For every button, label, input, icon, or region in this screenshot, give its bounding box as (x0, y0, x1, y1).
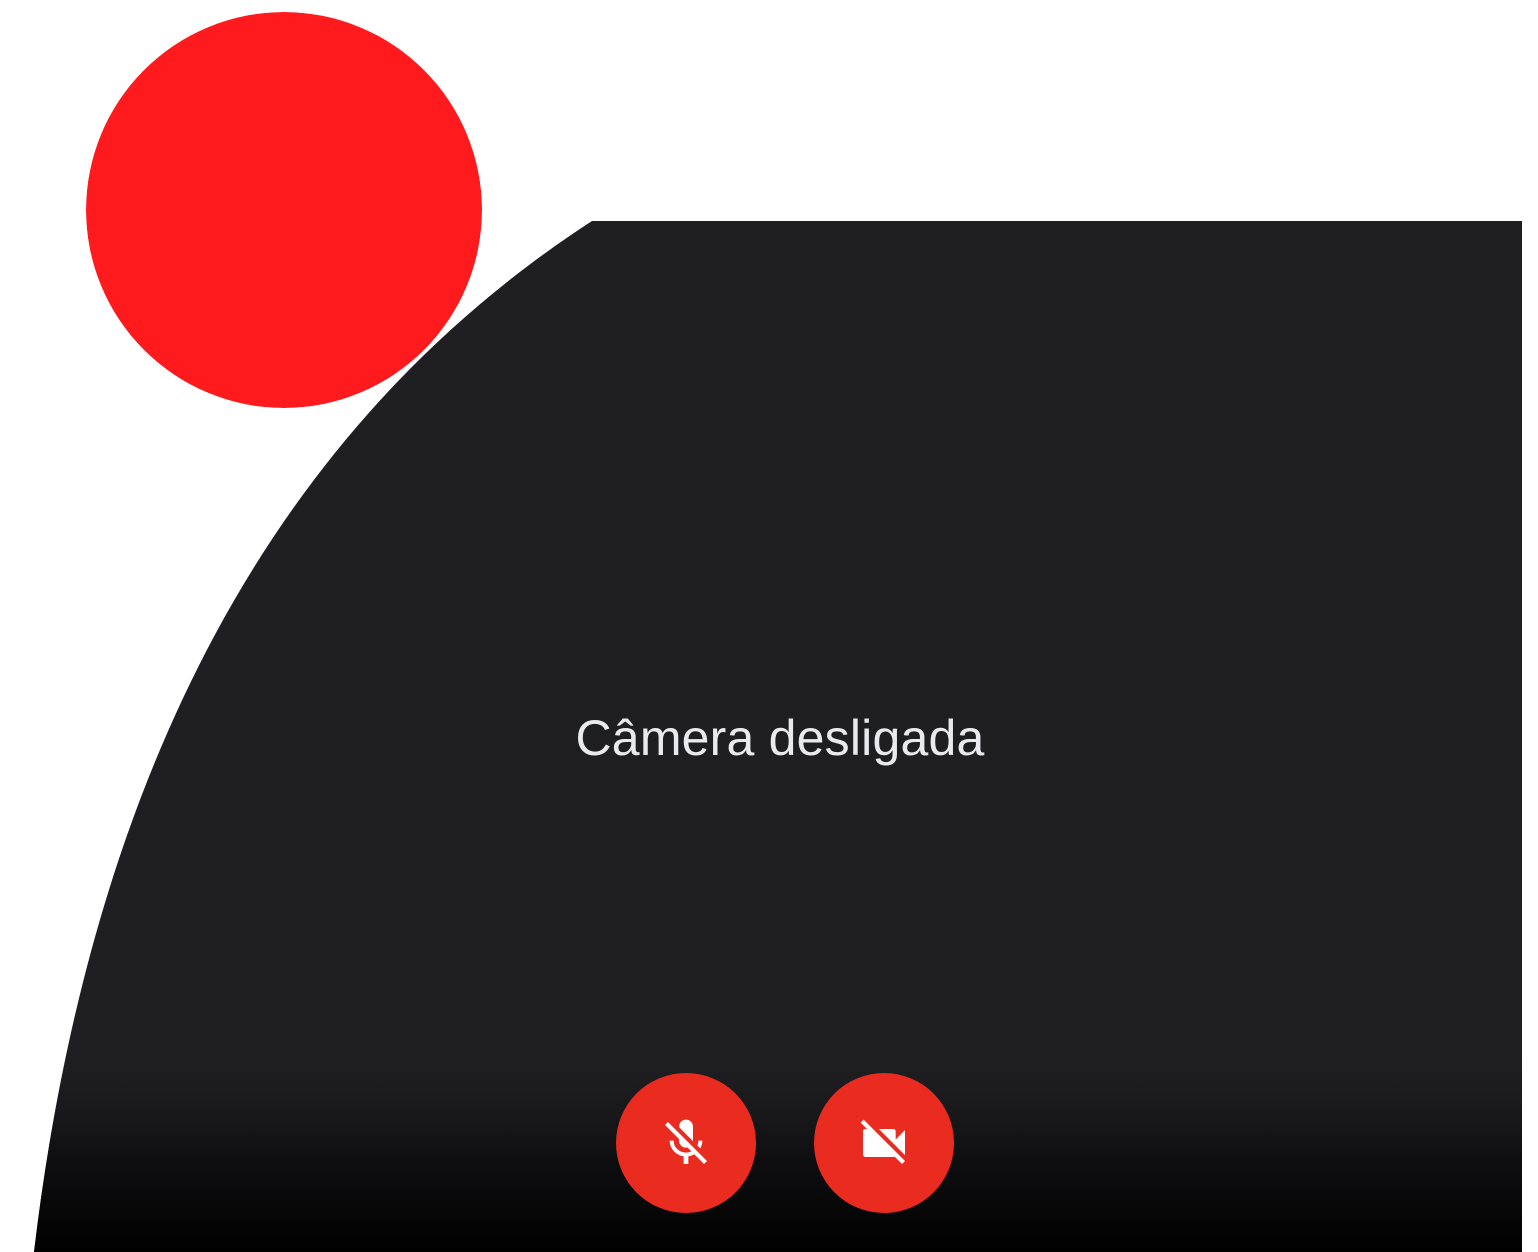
mic-toggle-button[interactable] (616, 1073, 756, 1213)
mic-off-icon (658, 1115, 714, 1171)
camera-off-status-text: Câmera desligada (575, 710, 985, 766)
videocam-off-icon (856, 1115, 912, 1171)
record-dot-icon (86, 12, 482, 408)
screen: Câmera desligada (0, 0, 1538, 1252)
camera-toggle-button[interactable] (814, 1073, 954, 1213)
